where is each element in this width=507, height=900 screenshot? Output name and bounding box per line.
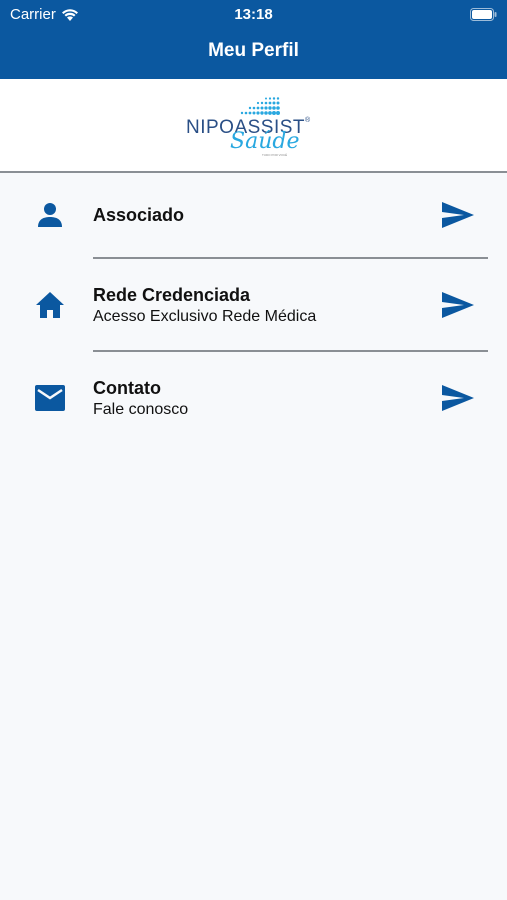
menu-item-contato[interactable]: Contato Fale conosco — [0, 352, 507, 440]
menu-item-subtitle: Fale conosco — [93, 401, 189, 418]
logo-script-text: Saúde — [230, 129, 300, 154]
nipoassist-logo: NIPOASSIST® Saúde TUDO POR VOCÊ — [186, 95, 316, 159]
mail-icon — [35, 385, 65, 411]
logo-dots-graphic — [240, 97, 280, 115]
menu-item-subtitle: Acesso Exclusivo Rede Médica — [93, 308, 317, 325]
menu-item-associado[interactable]: Associado — [0, 171, 507, 259]
send-arrow-icon[interactable] — [440, 200, 476, 230]
send-arrow-icon[interactable] — [440, 290, 476, 320]
top-bar: Carrier 13:18 Meu Perfil — [0, 0, 507, 79]
home-icon — [36, 292, 64, 318]
menu-item-title: Contato — [93, 378, 161, 398]
status-time: 13:18 — [234, 6, 273, 23]
person-icon — [38, 203, 62, 227]
menu-item-title: Rede Credenciada — [93, 285, 251, 305]
menu-item-title: Associado — [93, 205, 185, 225]
menu-item-rede-credenciada[interactable]: Rede Credenciada Acesso Exclusivo Rede M… — [0, 259, 507, 347]
logo-banner: NIPOASSIST® Saúde TUDO POR VOCÊ — [0, 79, 507, 173]
battery-icon — [470, 8, 497, 21]
status-bar: Carrier 13:18 — [0, 5, 507, 25]
page-title: Meu Perfil — [208, 40, 299, 61]
send-arrow-icon[interactable] — [440, 383, 476, 413]
logo-tagline: TUDO POR VOCÊ — [262, 153, 288, 157]
